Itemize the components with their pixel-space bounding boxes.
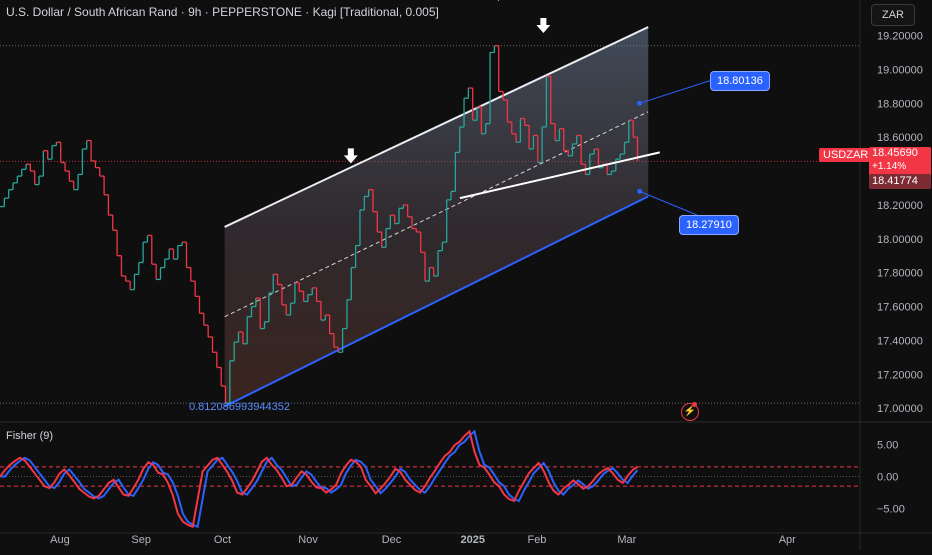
notification-dot bbox=[692, 402, 697, 407]
time-tick-label: Oct bbox=[214, 534, 231, 546]
time-tick-label: 2025 bbox=[461, 534, 485, 546]
channel-deviation-label: 0.812086993944352 bbox=[189, 401, 290, 413]
price-tick-label: 18.80000 bbox=[877, 98, 923, 110]
fisher-label[interactable]: Fisher (9) bbox=[6, 430, 53, 442]
down-arrow-icon bbox=[536, 18, 551, 34]
price-tick-label: 18.60000 bbox=[877, 132, 923, 144]
second-price: 18.41774 bbox=[869, 174, 931, 189]
price-tick-label: 19.20000 bbox=[877, 31, 923, 43]
price-tick-label: 17.00000 bbox=[877, 403, 923, 415]
time-axis: Aug Sep Oct Nov Dec 2025 Feb Mar Apr bbox=[50, 534, 796, 546]
price-change: +1.14% bbox=[872, 161, 907, 172]
price-axis: 19.2000019.0000018.8000018.6000018.40000… bbox=[877, 31, 923, 416]
price-tick-label: 19.00000 bbox=[877, 64, 923, 76]
chart-title: U.S. Dollar / South African Rand · 9h · … bbox=[6, 5, 439, 19]
time-tick-label: Apr bbox=[779, 534, 796, 546]
upper-callout[interactable]: 18.80136 bbox=[710, 71, 770, 91]
price-tick-label: 17.20000 bbox=[877, 369, 923, 381]
upper-callout-connector bbox=[639, 79, 713, 104]
symbol-tag: USDZAR bbox=[819, 148, 873, 162]
last-price: 18.45690 bbox=[872, 147, 918, 159]
upper-anchor-dot bbox=[637, 100, 643, 106]
lower-anchor-dot bbox=[637, 188, 643, 194]
currency-button[interactable]: ZAR bbox=[871, 4, 915, 26]
fisher-line bbox=[0, 429, 639, 529]
lower-callout[interactable]: 18.27910 bbox=[679, 215, 739, 235]
fisher-trigger-line bbox=[0, 429, 639, 529]
price-tick-label: 17.80000 bbox=[877, 268, 923, 280]
fisher-tick-label: 0.00 bbox=[877, 472, 898, 484]
price-tick-label: 17.40000 bbox=[877, 335, 923, 347]
price-tick-label: 18.00000 bbox=[877, 234, 923, 246]
price-tick-label: 18.20000 bbox=[877, 200, 923, 212]
chart-root: 19.2000019.0000018.8000018.6000018.40000… bbox=[0, 0, 932, 550]
fisher-pane: 5.00 0.00 −5.00 bbox=[0, 429, 905, 529]
fisher-tick-label: −5.00 bbox=[877, 504, 905, 516]
time-tick-label: Mar bbox=[617, 534, 636, 546]
time-tick-label: Aug bbox=[50, 534, 70, 546]
chart-svg[interactable]: 19.2000019.0000018.8000018.6000018.40000… bbox=[0, 0, 932, 550]
down-arrow-icon bbox=[497, 0, 500, 1]
fisher-tick-label: 5.00 bbox=[877, 439, 898, 451]
time-tick-label: Nov bbox=[298, 534, 318, 546]
time-tick-label: Feb bbox=[527, 534, 546, 546]
regression-channel bbox=[224, 26, 649, 408]
time-tick-label: Sep bbox=[131, 534, 151, 546]
channel-fill bbox=[224, 27, 649, 407]
lower-callout-connector bbox=[639, 190, 698, 216]
time-tick-label: Dec bbox=[382, 534, 402, 546]
price-tick-label: 17.60000 bbox=[877, 302, 923, 314]
